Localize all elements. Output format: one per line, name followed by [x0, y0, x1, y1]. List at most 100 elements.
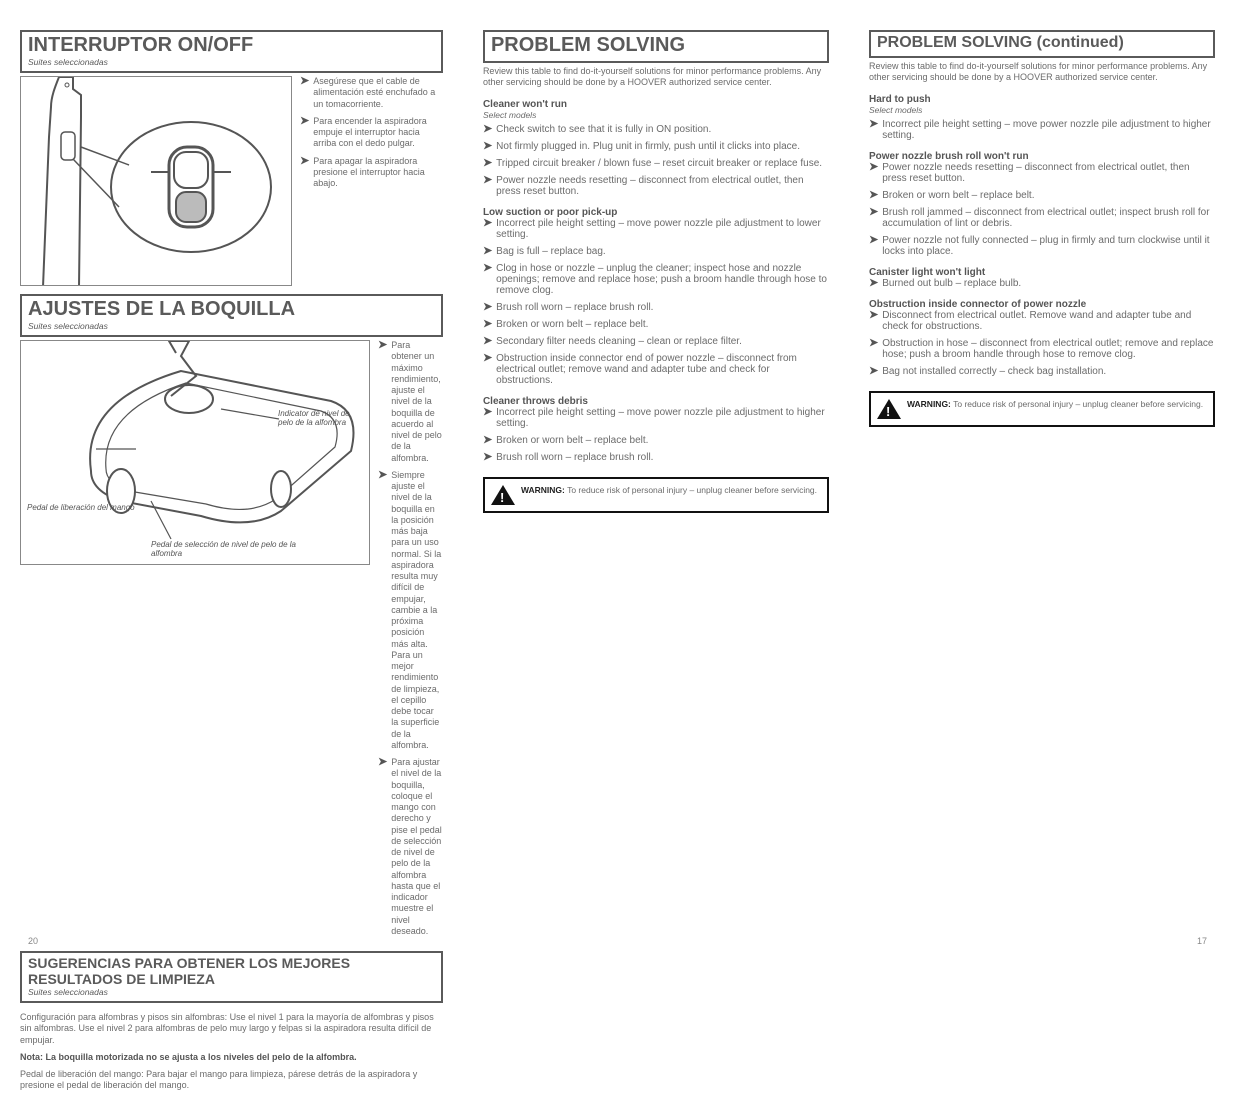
bullet-icon: ➤	[483, 302, 492, 313]
warning-box: WARNING: To reduce risk of personal inju…	[869, 391, 1215, 427]
bullet-icon: ➤	[869, 235, 878, 257]
page-number-left: 20	[28, 936, 38, 946]
vacuum-handle-icon	[21, 77, 292, 286]
group-heading: Cleaner throws debris	[483, 396, 829, 407]
bullet-icon: ➤	[378, 340, 387, 464]
list-item: ➤Para encender la aspiradora empuje el i…	[300, 116, 443, 150]
section-title: PROBLEM SOLVING (continued)	[877, 34, 1207, 52]
bullet-icon: ➤	[483, 263, 492, 296]
bullet-icon: ➤	[300, 156, 309, 190]
intro-text: Review this table to find do-it-yourself…	[483, 66, 829, 89]
section-header-problem: PROBLEM SOLVING	[483, 30, 829, 63]
section-subtitle: Suites seleccionadas	[28, 987, 435, 997]
bullet-icon: ➤	[869, 366, 878, 377]
list-item: ➤Brush roll worn – replace brush roll.	[483, 302, 829, 313]
section-title: AJUSTES DE LA BOQUILLA	[28, 298, 435, 321]
section-title: SUGERENCIAS PARA OBTENER LOS MEJORES RES…	[28, 955, 435, 987]
bullet-icon: ➤	[483, 246, 492, 257]
warning-text: WARNING: To reduce risk of personal inju…	[907, 399, 1203, 419]
list-item: ➤Power nozzle needs resetting – disconne…	[869, 162, 1215, 184]
page-number-right: 17	[1197, 936, 1207, 946]
nozzle-bullets: ➤Para obtener un máximo rendimiento, aju…	[378, 340, 443, 943]
list-item: ➤Para obtener un máximo rendimiento, aju…	[378, 340, 443, 464]
bullet-icon: ➤	[483, 158, 492, 169]
list-item: ➤Siempre ajuste el nivel de la boquilla …	[378, 470, 443, 751]
list-item: ➤Broken or worn belt – replace belt.	[483, 435, 829, 446]
warning-box: WARNING: To reduce risk of personal inju…	[483, 477, 829, 513]
bullet-icon: ➤	[483, 336, 492, 347]
bullet-icon: ➤	[483, 435, 492, 446]
bullet-icon: ➤	[300, 76, 309, 110]
bullet-icon: ➤	[869, 207, 878, 229]
list-item: ➤Burned out bulb – replace bulb.	[869, 278, 1215, 289]
callout-release-pedal: Pedal de liberación del mango	[27, 503, 137, 512]
group-heading: Cleaner won't run	[483, 99, 829, 110]
column-middle: PROBLEM SOLVING Review this table to fin…	[483, 30, 829, 1092]
group-sub: Select models	[483, 110, 829, 120]
list-item: ➤Power nozzle not fully connected – plug…	[869, 235, 1215, 257]
bullet-icon: ➤	[483, 218, 492, 240]
warning-icon	[491, 485, 515, 505]
section-header-problem-cont: PROBLEM SOLVING (continued)	[869, 30, 1215, 58]
list-item: ➤Power nozzle needs resetting – disconne…	[483, 175, 829, 197]
section-title: PROBLEM SOLVING	[491, 34, 821, 57]
group-heading: Power nozzle brush roll won't run	[869, 151, 1215, 162]
callout-select-pedal: Pedal de selección de nivel de pelo de l…	[151, 540, 301, 558]
suggest-note: Nota: La boquilla motorizada no se ajust…	[20, 1052, 443, 1063]
list-item: ➤Bag is full – replace bag.	[483, 246, 829, 257]
column-right: PROBLEM SOLVING (continued) Review this …	[869, 30, 1215, 1092]
bullet-icon: ➤	[869, 162, 878, 184]
list-item: ➤Disconnect from electrical outlet. Remo…	[869, 310, 1215, 332]
nozzle-row: Indicator de nivel de pelo de la alfombr…	[20, 340, 443, 943]
group-heading: Hard to push	[869, 94, 1215, 105]
bullet-icon: ➤	[483, 452, 492, 463]
section-subtitle: Suites seleccionadas	[28, 321, 435, 331]
group-heading: Obstruction inside connector of power no…	[869, 299, 1215, 310]
switch-row: ➤Asegúrese que el cable de alimentación …	[20, 76, 443, 286]
intro-text: Review this table to find do-it-yourself…	[869, 61, 1215, 84]
column-left: INTERRUPTOR ON/OFF Suites seleccionadas	[20, 30, 443, 1092]
list-item: ➤Broken or worn belt – replace belt.	[483, 319, 829, 330]
list-item: ➤Brush roll jammed – disconnect from ele…	[869, 207, 1215, 229]
bullet-icon: ➤	[483, 407, 492, 429]
warning-text: WARNING: To reduce risk of personal inju…	[521, 485, 817, 505]
list-item: ➤Para apagar la aspiradora presione el i…	[300, 156, 443, 190]
list-item: ➤Incorrect pile height setting – move po…	[483, 218, 829, 240]
power-nozzle-icon	[21, 341, 370, 565]
warning-icon	[877, 399, 901, 419]
list-item: ➤Tripped circuit breaker / blown fuse – …	[483, 158, 829, 169]
list-item: ➤Para ajustar el nivel de la boquilla, c…	[378, 757, 443, 937]
section-subtitle: Suites seleccionadas	[28, 57, 435, 67]
bullet-icon: ➤	[483, 175, 492, 197]
list-item: ➤Obstruction inside connector end of pow…	[483, 353, 829, 386]
bullet-icon: ➤	[869, 310, 878, 332]
section-header-suggest: SUGERENCIAS PARA OBTENER LOS MEJORES RES…	[20, 951, 443, 1003]
list-item: ➤Brush roll worn – replace brush roll.	[483, 452, 829, 463]
suggest-para-1: Configuración para alfombras y pisos sin…	[20, 1012, 443, 1046]
section-title: INTERRUPTOR ON/OFF	[28, 34, 435, 57]
bullet-icon: ➤	[300, 116, 309, 150]
list-item: ➤Incorrect pile height setting – move po…	[483, 407, 829, 429]
list-item: ➤Broken or worn belt – replace belt.	[869, 190, 1215, 201]
switch-illustration	[20, 76, 292, 286]
bullet-icon: ➤	[483, 124, 492, 135]
group-heading: Canister light won't light	[869, 267, 1215, 278]
list-item: ➤Incorrect pile height setting – move po…	[869, 119, 1215, 141]
bullet-icon: ➤	[483, 141, 492, 152]
bullet-icon: ➤	[378, 470, 387, 751]
group-sub: Select models	[869, 105, 1215, 115]
group-heading: Low suction or poor pick-up	[483, 207, 829, 218]
bullet-icon: ➤	[869, 278, 878, 289]
suggest-para-2: Pedal de liberación del mango: Para baja…	[20, 1069, 443, 1092]
list-item: ➤Obstruction in hose – disconnect from e…	[869, 338, 1215, 360]
list-item: ➤Not firmly plugged in. Plug unit in fir…	[483, 141, 829, 152]
switch-bullets: ➤Asegúrese que el cable de alimentación …	[300, 76, 443, 286]
list-item: ➤Secondary filter needs cleaning – clean…	[483, 336, 829, 347]
callout-indicator: Indicator de nivel de pelo de la alfombr…	[278, 409, 363, 427]
bullet-icon: ➤	[378, 757, 387, 937]
list-item: ➤Clog in hose or nozzle – unplug the cle…	[483, 263, 829, 296]
section-header-nozzle: AJUSTES DE LA BOQUILLA Suites selecciona…	[20, 294, 443, 337]
bullet-icon: ➤	[869, 119, 878, 141]
bullet-icon: ➤	[483, 353, 492, 386]
bullet-icon: ➤	[869, 190, 878, 201]
